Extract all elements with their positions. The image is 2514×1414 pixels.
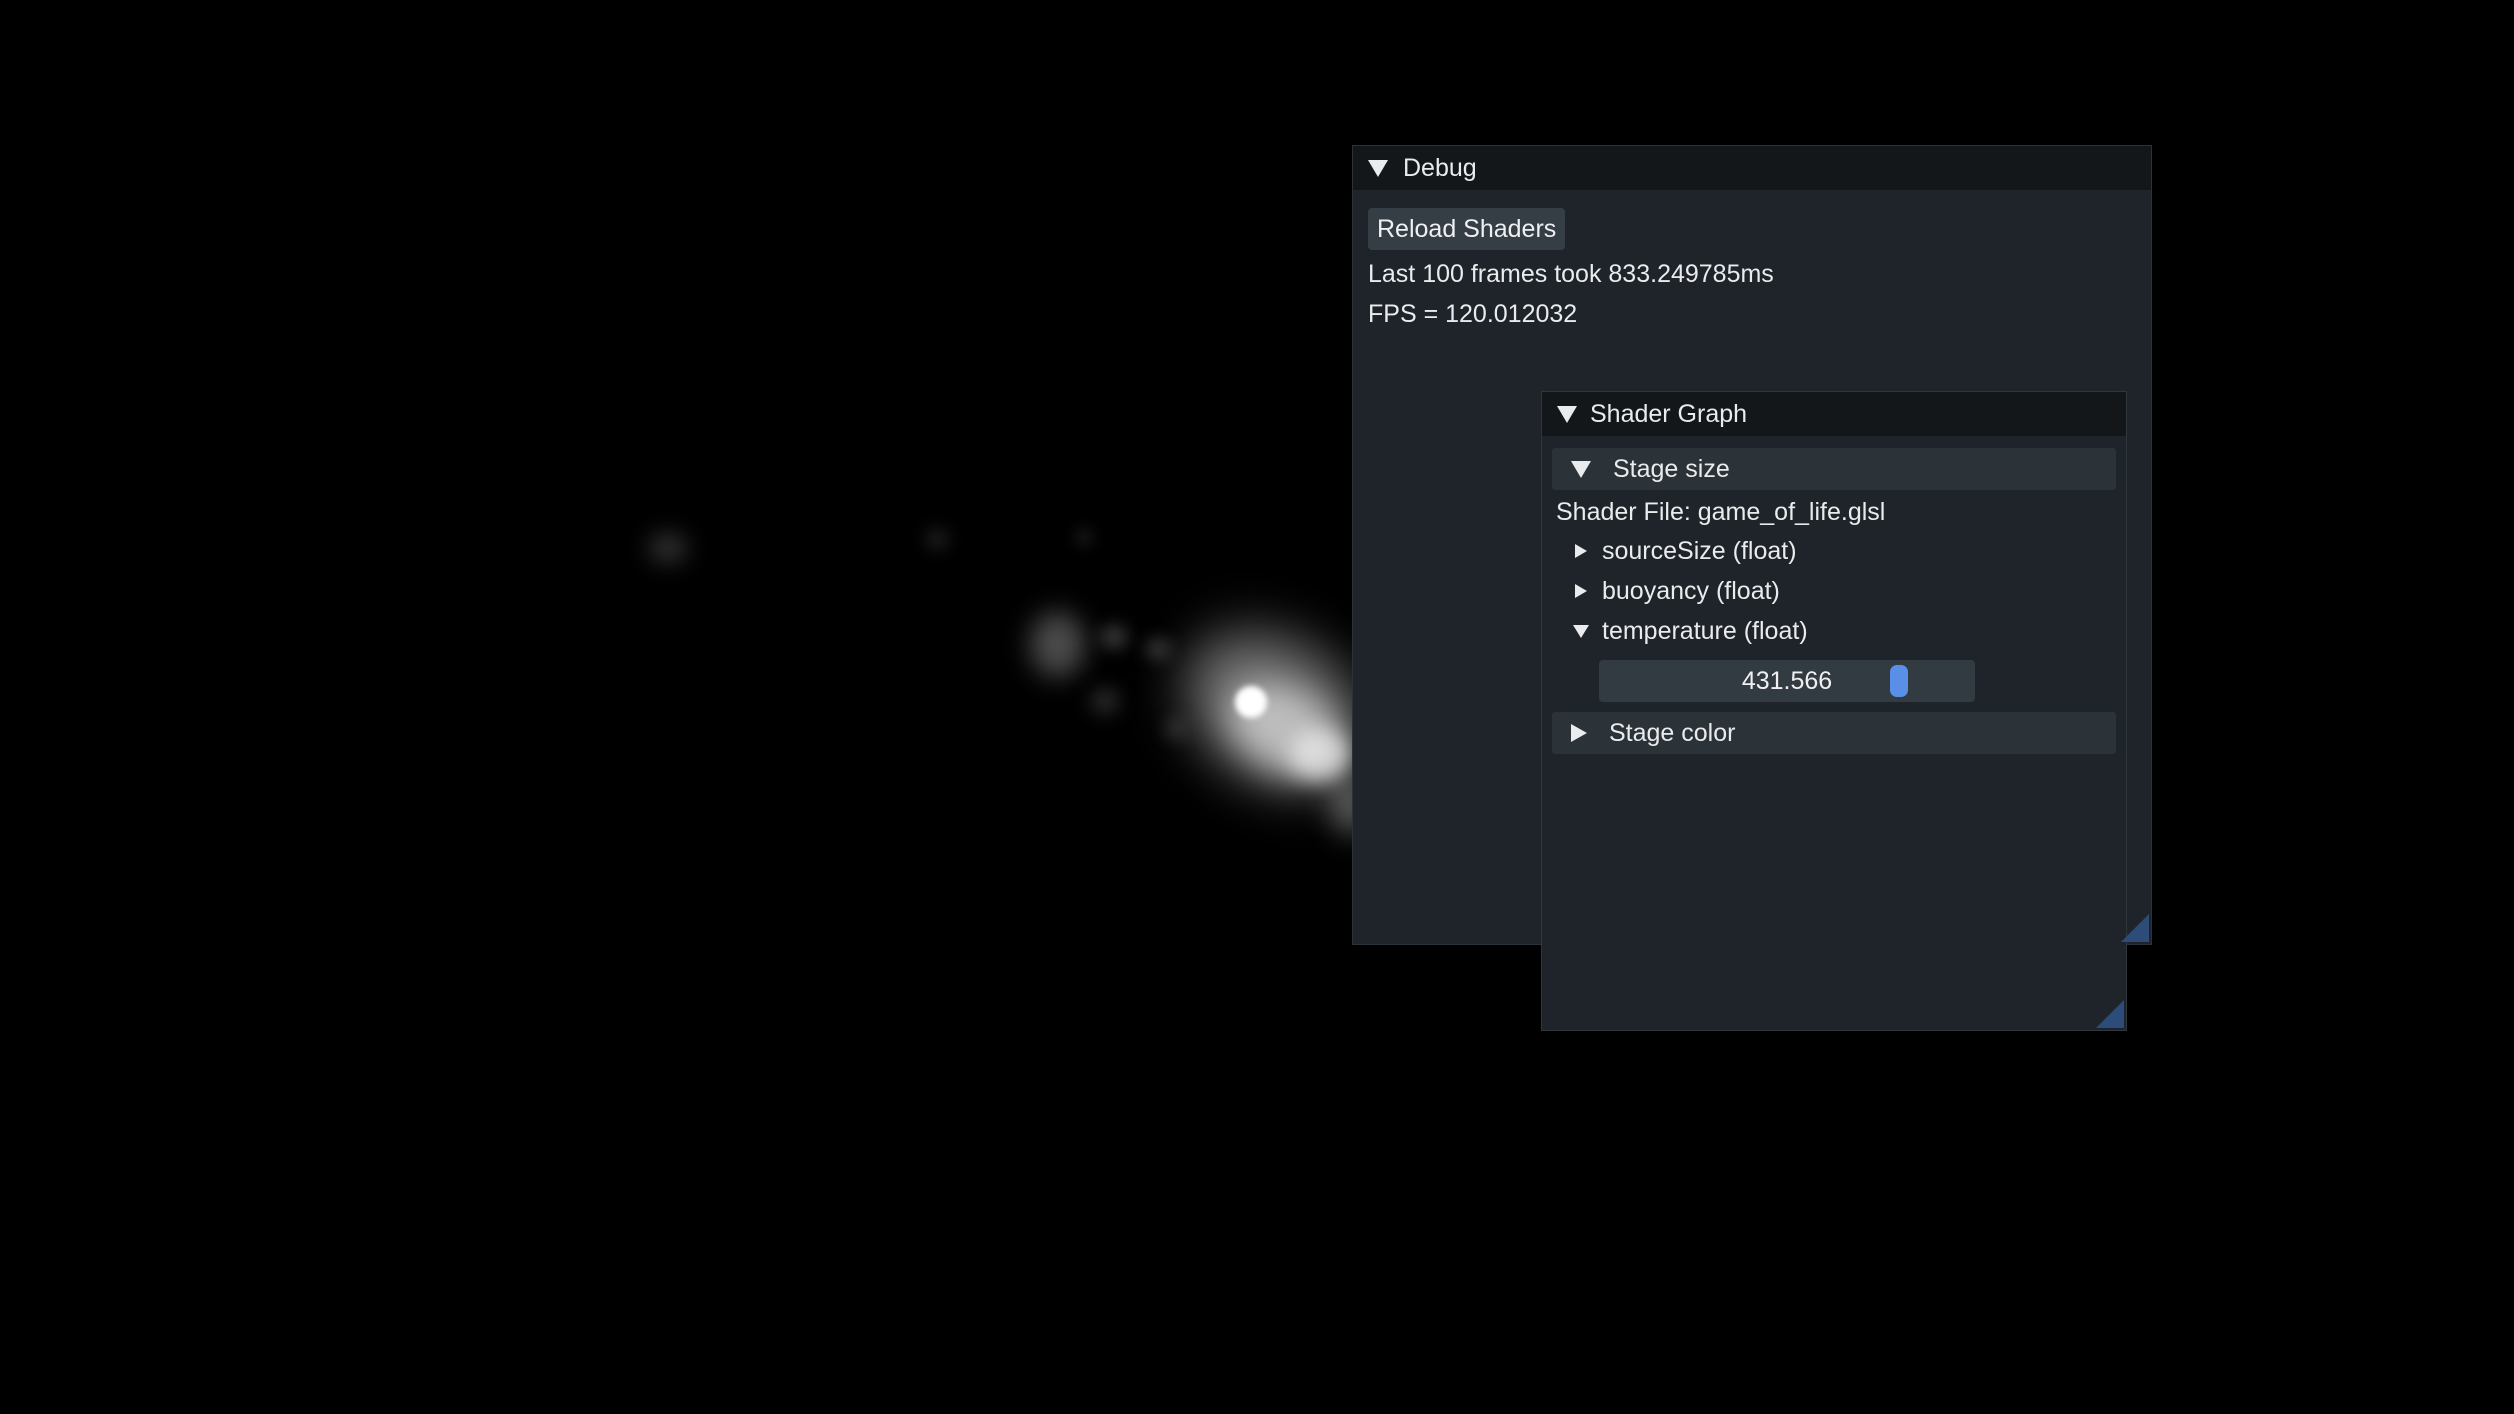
- smoke-wisp: [1090, 688, 1120, 714]
- tree-node-temperature[interactable]: temperature (float): [1572, 614, 1808, 648]
- smoke-wisp: [648, 532, 688, 564]
- expand-arrow-down-icon: [1571, 460, 1591, 478]
- smoke-wisp: [925, 528, 949, 550]
- shader-graph-window[interactable]: Shader Graph Stage size Shader File: gam…: [1541, 391, 2127, 1031]
- debug-window[interactable]: Debug Reload Shaders Last 100 frames too…: [1352, 145, 2152, 1031]
- frame-time-text: Last 100 frames took 833.249785ms: [1368, 260, 1774, 288]
- tree-node-buoyancy[interactable]: buoyancy (float): [1572, 574, 1780, 608]
- stage-color-header[interactable]: Stage color: [1552, 712, 2116, 754]
- reload-shaders-button[interactable]: Reload Shaders: [1368, 208, 1566, 250]
- expand-arrow-right-icon: [1575, 584, 1587, 598]
- stage-size-label: Stage size: [1613, 454, 1730, 483]
- shader-graph-title: Shader Graph: [1590, 399, 1748, 428]
- debug-window-title: Debug: [1403, 153, 1477, 182]
- expand-arrow-right-icon: [1575, 544, 1587, 558]
- collapse-arrow-down-icon[interactable]: [1557, 405, 1577, 423]
- collapse-arrow-down-icon[interactable]: [1368, 159, 1388, 177]
- stage-color-label: Stage color: [1609, 718, 1736, 747]
- tree-node-label: buoyancy (float): [1602, 576, 1780, 605]
- smoke-wisp: [1145, 638, 1171, 660]
- slider-grab-handle[interactable]: [1890, 665, 1908, 697]
- fps-text: FPS = 120.012032: [1368, 300, 1578, 328]
- expand-arrow-right-icon: [1571, 724, 1587, 742]
- debug-window-titlebar[interactable]: Debug: [1353, 146, 2151, 190]
- shader-file-text: Shader File: game_of_life.glsl: [1556, 498, 1886, 526]
- stage-size-header[interactable]: Stage size: [1552, 448, 2116, 490]
- resize-grip-icon[interactable]: [2096, 1000, 2124, 1028]
- temperature-slider[interactable]: 431.566: [1599, 660, 1975, 702]
- smoke-core-secondary: [1290, 730, 1350, 780]
- resize-grip-icon[interactable]: [2121, 914, 2149, 942]
- smoke-wisp: [1165, 718, 1187, 740]
- smoke-wisp: [1100, 625, 1128, 649]
- smoke-hotspot: [1235, 686, 1267, 718]
- temperature-value: 431.566: [1741, 667, 1833, 695]
- smoke-wisp: [1075, 528, 1093, 546]
- tree-node-label: temperature (float): [1602, 616, 1808, 645]
- tree-node-label: sourceSize (float): [1602, 536, 1797, 565]
- shader-graph-titlebar[interactable]: Shader Graph: [1542, 392, 2126, 436]
- expand-arrow-down-icon: [1573, 624, 1589, 638]
- simulation-canvas[interactable]: Debug Reload Shaders Last 100 frames too…: [0, 0, 2514, 1414]
- tree-node-sourcesize[interactable]: sourceSize (float): [1572, 534, 1797, 568]
- smoke-wisp: [1030, 612, 1085, 677]
